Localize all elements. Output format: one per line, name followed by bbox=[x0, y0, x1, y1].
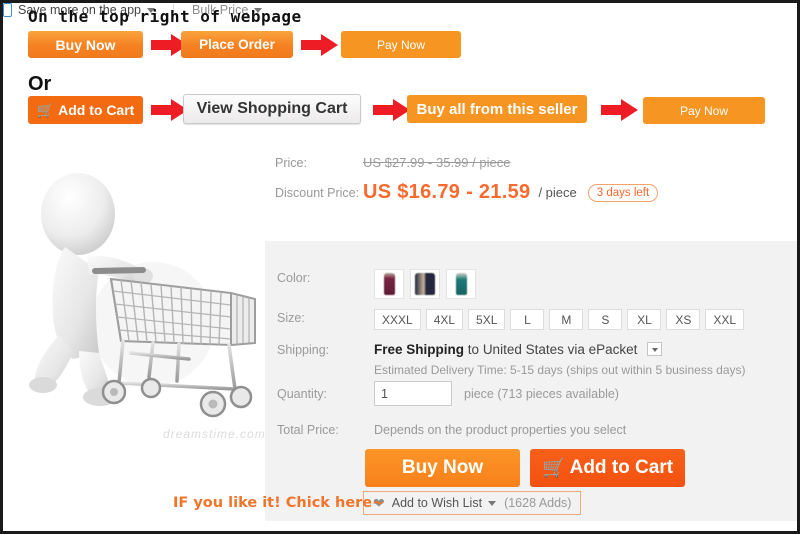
color-label: Color: bbox=[277, 271, 311, 285]
flow-view-cart-label: View Shopping Cart bbox=[196, 100, 348, 117]
free-shipping-text: Free Shipping bbox=[374, 342, 465, 357]
shipping-label: Shipping: bbox=[277, 343, 330, 357]
size-option-5xl[interactable]: 5XL bbox=[468, 309, 506, 330]
right-arrow-icon bbox=[601, 99, 639, 121]
size-label: Size: bbox=[277, 311, 305, 325]
quantity-availability-note: piece (713 pieces available) bbox=[464, 386, 619, 401]
size-option-xl[interactable]: XL bbox=[627, 309, 662, 330]
quantity-label: Quantity: bbox=[277, 386, 328, 401]
discount-price-label-text: Discount Price: bbox=[275, 185, 360, 200]
quantity-row: Quantity: piece (713 pieces available) bbox=[277, 381, 619, 406]
shipping-detail: Free Shipping to United States via ePack… bbox=[374, 341, 746, 378]
size-option-xxxl[interactable]: XXXL bbox=[374, 309, 421, 330]
flow-buy-now-button[interactable]: Buy Now bbox=[28, 31, 143, 58]
flow-buy-all-label: Buy all from this seller bbox=[416, 100, 578, 118]
quantity-input[interactable] bbox=[374, 381, 452, 406]
right-arrow-icon bbox=[373, 99, 411, 121]
flow-place-order-label: Place Order bbox=[199, 36, 275, 52]
flow-pay-now-button-2[interactable]: Pay Now bbox=[643, 97, 765, 124]
wish-list-count: (1628 Adds) bbox=[504, 496, 572, 510]
color-swatch-teal[interactable] bbox=[446, 269, 476, 299]
price-row: Price: US $27.99 - 35.99 / piece bbox=[275, 155, 510, 171]
buy-now-label: Buy Now bbox=[401, 457, 484, 478]
shipping-destination: United States bbox=[482, 342, 564, 357]
color-swatch-navy[interactable] bbox=[410, 269, 440, 299]
size-option-m[interactable]: M bbox=[549, 309, 584, 330]
flow-add-to-cart-label: Add to Cart bbox=[58, 102, 135, 118]
price-label: Price: bbox=[275, 156, 307, 170]
add-to-wish-list-button[interactable]: ❤ Add to Wish List (1628 Adds) bbox=[363, 491, 582, 515]
flow-add-to-cart-button[interactable]: 🛒 Add to Cart bbox=[28, 96, 143, 124]
shipping-main-line: Free Shipping to United States via ePack… bbox=[374, 341, 746, 359]
instruction-title-top: On the top right of webpage bbox=[28, 7, 302, 26]
discount-price-label: Discount Price: bbox=[275, 186, 363, 200]
flow-pay-now-label-2: Pay Now bbox=[679, 103, 729, 118]
shipping-to-word: to bbox=[467, 342, 480, 357]
flow-view-shopping-cart-button[interactable]: View Shopping Cart bbox=[183, 94, 361, 124]
original-price-value: US $27.99 - 35.99 / piece bbox=[363, 155, 511, 170]
shipping-select-dropdown[interactable] bbox=[647, 342, 663, 357]
instruction-title-or: Or bbox=[28, 73, 52, 95]
product-properties-panel: Color: Size: XXXL 4XL 5XL L M S XL XS XX… bbox=[265, 241, 797, 521]
buy-now-button[interactable]: Buy Now bbox=[365, 449, 520, 487]
flow-buy-now-label: Buy Now bbox=[55, 36, 116, 53]
size-option-4xl[interactable]: 4XL bbox=[425, 309, 464, 330]
shipping-estimate: Estimated Delivery Time: 5-15 days (ship… bbox=[374, 363, 746, 377]
shipping-via-word: via bbox=[567, 342, 585, 357]
shipping-method: ePacket bbox=[588, 342, 638, 357]
discount-price-row: Discount Price: US $16.79 - 21.59 / piec… bbox=[275, 181, 659, 204]
flow-buy-all-seller-button[interactable]: Buy all from this seller bbox=[407, 95, 587, 123]
size-option-l[interactable]: L bbox=[510, 309, 545, 330]
price-unit: / piece bbox=[538, 185, 577, 200]
wish-list-label: Add to Wish List bbox=[391, 496, 483, 510]
mobile-phone-icon bbox=[3, 3, 12, 17]
shopping-cart-man-illustration: dreamstime.com bbox=[3, 139, 265, 531]
cart-man-svg bbox=[29, 173, 256, 418]
shipping-row: Shipping: Free Shipping to United States… bbox=[277, 341, 746, 378]
discount-price-value: US $16.79 - 21.59 bbox=[363, 181, 531, 203]
flow-pay-now-label-1: Pay Now bbox=[376, 37, 426, 52]
total-price-note: Depends on the product properties you se… bbox=[374, 423, 627, 437]
image-watermark: dreamstime.com bbox=[163, 427, 265, 441]
color-swatch-list bbox=[374, 269, 482, 299]
cart-icon: 🛒 bbox=[541, 458, 566, 479]
size-option-xs[interactable]: XS bbox=[666, 309, 701, 330]
size-row: Size: XXXL 4XL 5XL L M S XL XS XXL bbox=[277, 309, 749, 330]
size-option-list: XXXL 4XL 5XL L M S XL XS XXL bbox=[374, 309, 749, 330]
chevron-down-icon[interactable] bbox=[488, 500, 497, 506]
flow-pay-now-button-1[interactable]: Pay Now bbox=[341, 31, 461, 58]
size-option-s[interactable]: S bbox=[588, 309, 623, 330]
color-swatch-maroon[interactable] bbox=[374, 269, 404, 299]
screenshot-root: On the top right of webpage Buy Now Plac… bbox=[0, 0, 800, 534]
cart-icon: 🛒 bbox=[36, 102, 55, 118]
wish-list-callout-text: IF you like it! Chick here~ bbox=[173, 495, 385, 511]
color-row: Color: bbox=[277, 269, 482, 299]
days-left-badge: 3 days left bbox=[587, 183, 659, 202]
total-price-label: Total Price: bbox=[277, 423, 339, 437]
add-to-cart-label: Add to Cart bbox=[569, 457, 674, 478]
right-arrow-icon bbox=[301, 34, 339, 56]
add-to-cart-button[interactable]: 🛒 Add to Cart bbox=[530, 449, 685, 487]
total-price-row: Total Price: Depends on the product prop… bbox=[277, 421, 626, 439]
size-option-xxl[interactable]: XXL bbox=[705, 309, 745, 330]
flow-place-order-button[interactable]: Place Order bbox=[181, 31, 293, 58]
